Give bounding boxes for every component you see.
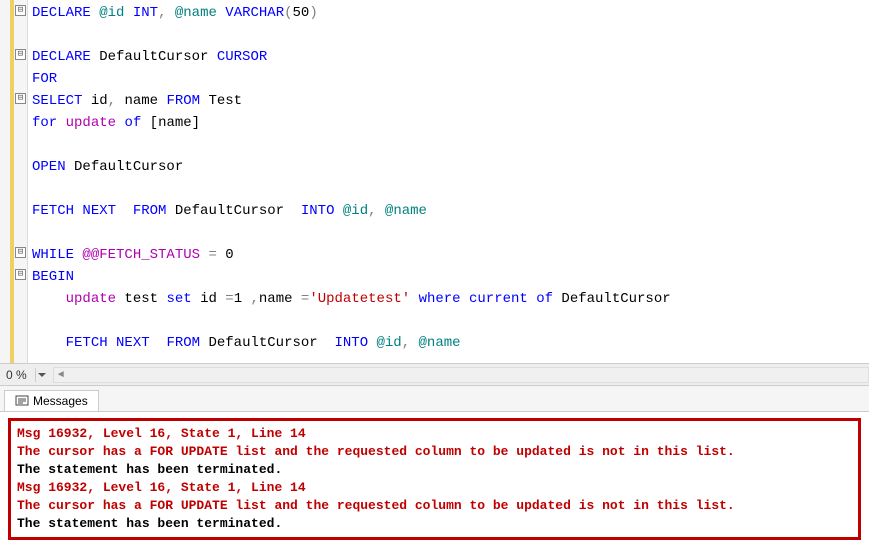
code-line[interactable]: update test set id =1 ,name ='Updatetest… [32,288,865,310]
code-line[interactable]: for update of [name] [32,112,865,134]
message-line: Msg 16932, Level 16, State 1, Line 14 [17,425,852,443]
fold-toggle-icon[interactable]: ⊟ [15,49,26,60]
change-indicator [10,0,14,363]
messages-panel: Msg 16932, Level 16, State 1, Line 14The… [0,411,869,546]
code-line[interactable] [32,134,865,156]
message-line: The cursor has a FOR UPDATE list and the… [17,443,852,461]
code-line[interactable]: SELECT id, name FROM Test [32,90,865,112]
fold-toggle-icon[interactable]: ⊟ [15,5,26,16]
fold-toggle-icon[interactable]: ⊟ [15,269,26,280]
results-tab-strip: Messages [0,385,869,411]
message-line: The statement has been terminated. [17,515,852,533]
code-line[interactable]: DECLARE @id INT, @name VARCHAR(50) [32,2,865,24]
code-line[interactable]: DECLARE DefaultCursor CURSOR [32,46,865,68]
code-editor[interactable]: ⊟ ⊟ ⊟ ⊟ ⊟ DECLARE @id INT, @name VARCHAR… [0,0,869,363]
code-line[interactable]: BEGIN [32,266,865,288]
code-line[interactable] [32,178,865,200]
scroll-left-icon[interactable]: ◄ [56,369,66,380]
code-line[interactable]: FETCH NEXT FROM DefaultCursor INTO @id, … [32,332,865,354]
message-line: Msg 16932, Level 16, State 1, Line 14 [17,479,852,497]
message-line: The cursor has a FOR UPDATE list and the… [17,497,852,515]
zoom-level: 0 % [0,368,33,382]
gutter: ⊟ ⊟ ⊟ ⊟ ⊟ [0,0,28,363]
code-line[interactable] [32,310,865,332]
tab-label: Messages [33,394,88,408]
fold-toggle-icon[interactable]: ⊟ [15,247,26,258]
horizontal-scrollbar[interactable]: ◄ [53,367,869,383]
tab-messages[interactable]: Messages [4,390,99,411]
message-line: The statement has been terminated. [17,461,852,479]
zoom-dropdown-icon[interactable] [35,368,49,382]
code-line[interactable]: OPEN DefaultCursor [32,156,865,178]
code-text-area[interactable]: DECLARE @id INT, @name VARCHAR(50) DECLA… [28,0,869,363]
fold-toggle-icon[interactable]: ⊟ [15,93,26,104]
code-line[interactable] [32,222,865,244]
messages-icon [15,394,29,408]
outline-column: ⊟ ⊟ ⊟ ⊟ ⊟ [15,0,28,363]
code-line[interactable]: FOR [32,68,865,90]
code-line[interactable]: WHILE @@FETCH_STATUS = 0 [32,244,865,266]
code-line[interactable]: FETCH NEXT FROM DefaultCursor INTO @id, … [32,200,865,222]
messages-output[interactable]: Msg 16932, Level 16, State 1, Line 14The… [8,418,861,540]
editor-footer: 0 % ◄ [0,363,869,385]
code-line[interactable] [32,24,865,46]
